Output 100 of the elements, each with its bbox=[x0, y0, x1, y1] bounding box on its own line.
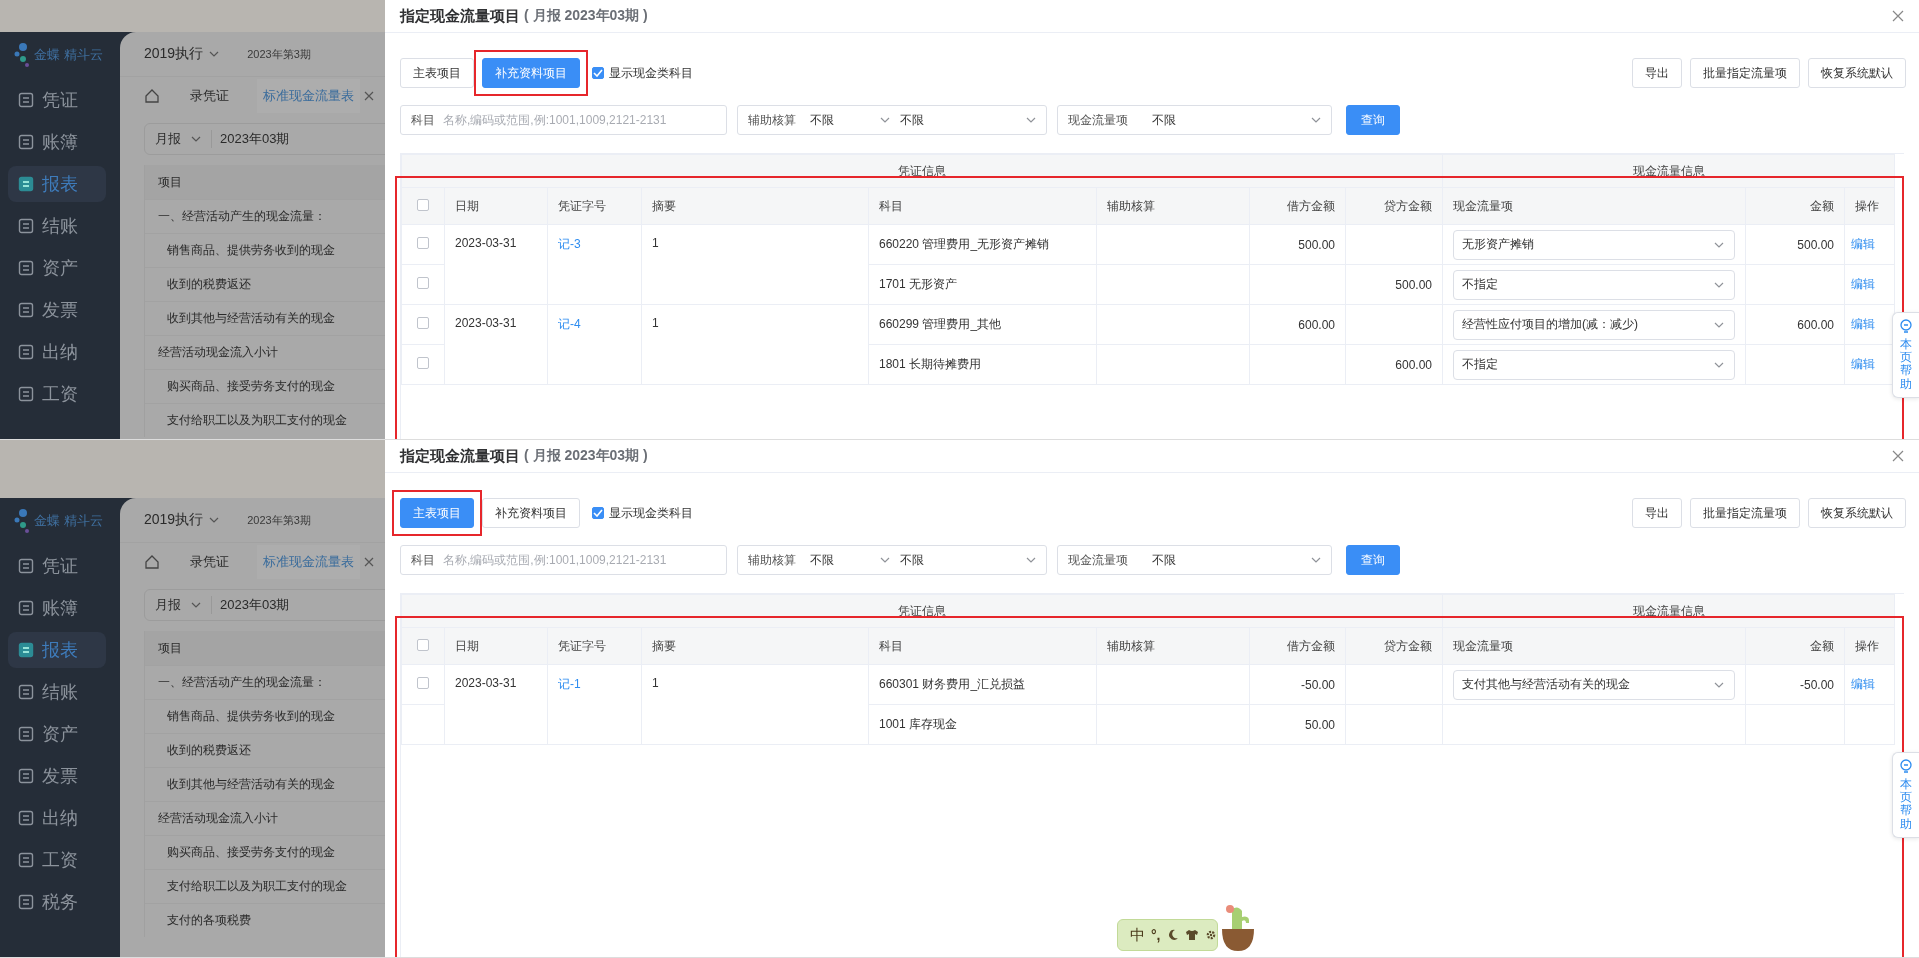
shirt-icon bbox=[1184, 929, 1199, 941]
close-icon[interactable] bbox=[1892, 10, 1904, 22]
table-cell-text: 购买商品、接受劳务支付的现金 bbox=[166, 378, 335, 395]
page-tab[interactable]: 录凭证 bbox=[190, 87, 243, 105]
aux-type-select[interactable]: 不限 bbox=[810, 111, 890, 129]
table-cell: 600.00 bbox=[1797, 317, 1834, 332]
table-cell-text: 一、经营活动产生的现金流量： bbox=[157, 674, 326, 691]
checkbox-label: 显示现金类科目 bbox=[609, 64, 693, 82]
cash-flow-select[interactable]: 经营性应付项目的增加(减：减少) bbox=[1453, 309, 1735, 340]
table-cell: 1001 库存现金 bbox=[879, 717, 958, 731]
help-tab[interactable]: 本页帮助 bbox=[1892, 312, 1919, 398]
tab-button[interactable]: 主表项目 bbox=[400, 498, 474, 528]
cash-flow-select[interactable]: 不指定 bbox=[1453, 269, 1735, 300]
action-button[interactable]: 批量指定流量项 bbox=[1690, 58, 1800, 88]
voucher-link[interactable]: 记-4 bbox=[558, 317, 581, 331]
checkbox[interactable] bbox=[417, 677, 429, 689]
book-selector[interactable]: 2019执行 bbox=[144, 45, 220, 63]
cash-flow-select[interactable]: 现金流量项 不限 bbox=[1057, 545, 1332, 575]
edit-link[interactable]: 编辑 bbox=[1851, 677, 1875, 691]
cash-flow-select[interactable]: 现金流量项 不限 bbox=[1057, 105, 1332, 135]
table-cell: 1 bbox=[652, 676, 659, 690]
logo-text: 金蝶 精斗云 bbox=[34, 46, 103, 64]
checkbox[interactable] bbox=[417, 198, 429, 211]
nav-item[interactable]: 报表 bbox=[8, 166, 106, 202]
edit-link[interactable]: 编辑 bbox=[1851, 317, 1875, 331]
moon-icon bbox=[1166, 929, 1179, 941]
page-tab[interactable]: 录凭证 bbox=[190, 553, 243, 571]
checkbox[interactable] bbox=[417, 237, 429, 249]
lightbulb-icon bbox=[1899, 759, 1913, 775]
cash-flow-select[interactable]: 不指定 bbox=[1453, 349, 1735, 380]
dialog-title: 指定现金流量项目 bbox=[400, 6, 520, 26]
table-cell: 2023-03-31 bbox=[455, 316, 517, 330]
page-tab[interactable]: 标准现金流量表 bbox=[257, 545, 360, 579]
cash-flow-select[interactable]: 支付其他与经营活动有关的现金 bbox=[1453, 669, 1735, 700]
action-button[interactable]: 批量指定流量项 bbox=[1690, 498, 1800, 528]
action-button[interactable]: 恢复系统默认 bbox=[1808, 58, 1906, 88]
aux-value-select[interactable]: 不限 bbox=[900, 111, 1036, 129]
subject-field[interactable]: 科目 名称,编码或范围,例:1001,1009,2121-2131 bbox=[400, 545, 727, 575]
book-selector[interactable]: 2019执行 bbox=[144, 511, 220, 529]
nav-item[interactable]: 发票 bbox=[8, 758, 106, 794]
cash-flow-select[interactable]: 无形资产摊销 bbox=[1453, 229, 1735, 260]
aux-value-select[interactable]: 不限 bbox=[900, 551, 1036, 569]
close-icon[interactable] bbox=[1892, 450, 1904, 462]
close-icon[interactable] bbox=[364, 91, 374, 101]
nav-item[interactable]: 凭证 bbox=[8, 548, 106, 584]
nav-item[interactable]: 凭证 bbox=[8, 82, 106, 118]
nav-item[interactable]: 工资 bbox=[8, 376, 106, 412]
tab-button[interactable]: 主表项目 bbox=[400, 58, 474, 88]
list-icon bbox=[18, 600, 34, 616]
column-header: 贷方金额 bbox=[1345, 187, 1443, 225]
nav-item[interactable]: 账簿 bbox=[8, 590, 106, 626]
nav-item[interactable]: 资产 bbox=[8, 250, 106, 286]
table-cell-text: 经营活动现金流入小计 bbox=[157, 810, 278, 827]
home-icon[interactable] bbox=[144, 88, 160, 104]
home-icon[interactable] bbox=[144, 554, 160, 570]
checkbox[interactable] bbox=[417, 277, 429, 289]
tab-button[interactable]: 补充资料项目 bbox=[482, 58, 580, 88]
dialog-title: 指定现金流量项目 bbox=[400, 446, 520, 466]
nav-item[interactable]: 出纳 bbox=[8, 800, 106, 836]
input-method-toolbar[interactable]: 中 °, bbox=[1117, 919, 1218, 951]
checkbox[interactable] bbox=[592, 507, 604, 519]
checkbox[interactable] bbox=[417, 638, 429, 651]
query-button[interactable]: 查询 bbox=[1346, 545, 1400, 575]
subject-field[interactable]: 科目 名称,编码或范围,例:1001,1009,2121-2131 bbox=[400, 105, 727, 135]
nav-item[interactable]: 结账 bbox=[8, 674, 106, 710]
query-button[interactable]: 查询 bbox=[1346, 105, 1400, 135]
nav-item[interactable]: 出纳 bbox=[8, 334, 106, 370]
page-tab[interactable]: 标准现金流量表 bbox=[257, 79, 360, 113]
aux-type-select[interactable]: 不限 bbox=[810, 551, 890, 569]
help-tab[interactable]: 本页帮助 bbox=[1892, 752, 1919, 838]
table-cell-text: 收到其他与经营活动有关的现金 bbox=[166, 776, 335, 793]
table-cell-text: 一、经营活动产生的现金流量： bbox=[157, 208, 326, 225]
close-icon[interactable] bbox=[364, 557, 374, 567]
action-button[interactable]: 导出 bbox=[1632, 498, 1682, 528]
column-header: 项目 bbox=[145, 165, 385, 199]
edit-link[interactable]: 编辑 bbox=[1851, 277, 1875, 291]
nav-item[interactable]: 税务 bbox=[8, 884, 106, 920]
chevron-down-icon bbox=[191, 602, 201, 608]
nav-item[interactable]: 账簿 bbox=[8, 124, 106, 160]
table-cell: 660220 管理费用_无形资产摊销 bbox=[879, 237, 1050, 251]
column-group-header: 凭证信息 bbox=[401, 154, 1443, 188]
action-button[interactable]: 导出 bbox=[1632, 58, 1682, 88]
nav-item[interactable]: 工资 bbox=[8, 842, 106, 878]
table-cell: -50.00 bbox=[1300, 677, 1335, 692]
nav-item[interactable]: 资产 bbox=[8, 716, 106, 752]
nav-item[interactable]: 发票 bbox=[8, 292, 106, 328]
checkbox[interactable] bbox=[417, 357, 429, 369]
nav-item[interactable]: 结账 bbox=[8, 208, 106, 244]
edit-link[interactable]: 编辑 bbox=[1851, 237, 1875, 251]
voucher-link[interactable]: 记-3 bbox=[558, 237, 581, 251]
checkbox[interactable] bbox=[592, 67, 604, 79]
edit-link[interactable]: 编辑 bbox=[1851, 357, 1875, 371]
table-cell: 600.00 bbox=[1395, 357, 1432, 372]
tab-button[interactable]: 补充资料项目 bbox=[482, 498, 580, 528]
nav-item[interactable]: 报表 bbox=[8, 632, 106, 668]
voucher-link[interactable]: 记-1 bbox=[558, 677, 581, 691]
action-button[interactable]: 恢复系统默认 bbox=[1808, 498, 1906, 528]
table-cell: 2023-03-31 bbox=[455, 236, 517, 250]
checkbox[interactable] bbox=[417, 317, 429, 329]
list-icon bbox=[18, 768, 34, 784]
